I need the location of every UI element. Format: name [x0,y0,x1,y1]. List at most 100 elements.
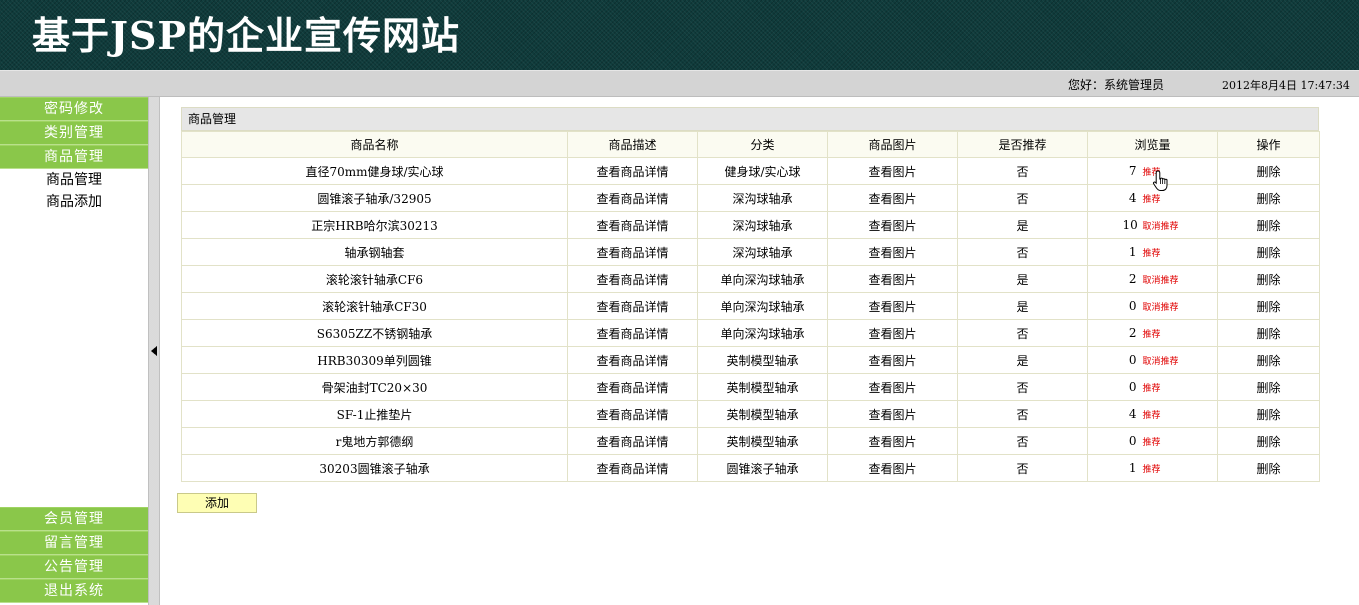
sidebar-subitem-product-add[interactable]: 商品添加 [0,191,148,213]
user-greeting: 您好：系统管理员 [1068,78,1165,92]
delete-link[interactable]: 删除 [1217,211,1320,239]
sidebar-subitem-product-manage[interactable]: 商品管理 [0,169,148,191]
sidebar-item-password[interactable]: 密码修改 [0,97,148,121]
delete-link[interactable]: 删除 [1217,373,1320,401]
delete-link[interactable]: 删除 [1217,292,1320,320]
product-detail-link[interactable]: 查看商品详情 [567,157,698,185]
product-detail-link[interactable]: 查看商品详情 [567,292,698,320]
view-image-link[interactable]: 查看图片 [827,292,958,320]
delete-link[interactable]: 删除 [1217,427,1320,455]
product-name: r鬼地方郭德纲 [181,427,568,455]
views-cell: 0 推荐 [1087,373,1218,401]
view-image-link[interactable]: 查看图片 [827,319,958,347]
recommend-toggle-link[interactable]: 推荐 [1143,462,1183,475]
product-detail-link[interactable]: 查看商品详情 [567,238,698,266]
product-category: 单向深沟球轴承 [697,292,828,320]
view-image-link[interactable]: 查看图片 [827,373,958,401]
recommended-status: 否 [957,427,1088,455]
views-cell: 10 取消推荐 [1087,211,1218,239]
product-detail-link[interactable]: 查看商品详情 [567,265,698,293]
product-detail-link[interactable]: 查看商品详情 [567,427,698,455]
product-name: S6305ZZ不锈钢轴承 [181,319,568,347]
view-count: 0 [1128,380,1137,394]
recommend-toggle-link[interactable]: 取消推荐 [1143,219,1183,232]
collapse-arrow-icon[interactable] [151,346,157,356]
product-category: 圆锥滚子轴承 [697,454,828,482]
column-header-operation: 操作 [1217,131,1320,158]
delete-link[interactable]: 删除 [1217,184,1320,212]
view-count: 4 [1128,407,1137,421]
view-image-link[interactable]: 查看图片 [827,211,958,239]
delete-link[interactable]: 删除 [1217,157,1320,185]
recommend-toggle-link[interactable]: 推荐 [1143,408,1183,421]
table-row: 直径70mm健身球/实心球 查看商品详情 健身球/实心球 查看图片否 7 推荐 删除 [181,157,1320,185]
recommend-toggle-link[interactable]: 取消推荐 [1143,354,1183,367]
product-name: SF-1止推垫片 [181,400,568,428]
product-panel: 商品管理 商品名称 商品描述 分类 商品图片 是否推荐 浏览量 操作 直径70m… [181,107,1320,482]
status-bar: 您好：系统管理员 2012年8月4日 17:47:34 [0,70,1359,97]
product-rows: 直径70mm健身球/实心球 查看商品详情 健身球/实心球 查看图片否 7 推荐 删除圆锥滚子… [181,157,1320,482]
view-image-link[interactable]: 查看图片 [827,346,958,374]
sidebar-item-logout[interactable]: 退出系统 [0,579,148,603]
delete-link[interactable]: 删除 [1217,265,1320,293]
sidebar-item-category[interactable]: 类别管理 [0,121,148,145]
view-count: 4 [1128,191,1137,205]
add-product-button[interactable]: 添加 [177,493,257,513]
recommend-toggle-link[interactable]: 取消推荐 [1143,300,1183,313]
product-detail-link[interactable]: 查看商品详情 [567,454,698,482]
views-cell: 2 推荐 [1087,319,1218,347]
sidebar-item-members[interactable]: 会员管理 [0,507,148,531]
view-image-link[interactable]: 查看图片 [827,184,958,212]
view-image-link[interactable]: 查看图片 [827,454,958,482]
sidebar-item-messages[interactable]: 留言管理 [0,531,148,555]
view-image-link[interactable]: 查看图片 [827,238,958,266]
view-count: 1 [1128,245,1137,259]
current-datetime: 2012年8月4日 17:47:34 [1222,79,1350,92]
column-header-views: 浏览量 [1087,131,1218,158]
recommend-toggle-link[interactable]: 推荐 [1143,246,1183,259]
product-detail-link[interactable]: 查看商品详情 [567,373,698,401]
product-category: 单向深沟球轴承 [697,265,828,293]
views-cell: 0 取消推荐 [1087,346,1218,374]
view-image-link[interactable]: 查看图片 [827,157,958,185]
delete-link[interactable]: 删除 [1217,319,1320,347]
table-header-row: 商品名称 商品描述 分类 商品图片 是否推荐 浏览量 操作 [181,131,1320,158]
delete-link[interactable]: 删除 [1217,400,1320,428]
delete-link[interactable]: 删除 [1217,346,1320,374]
delete-link[interactable]: 删除 [1217,454,1320,482]
view-image-link[interactable]: 查看图片 [827,265,958,293]
column-header-image: 商品图片 [827,131,958,158]
product-name: 滚轮滚针轴承CF6 [181,265,568,293]
product-category: 深沟球轴承 [697,238,828,266]
recommended-status: 否 [957,319,1088,347]
product-detail-link[interactable]: 查看商品详情 [567,319,698,347]
sidebar-bottom-group: 会员管理 留言管理 公告管理 退出系统 [0,507,148,603]
product-detail-link[interactable]: 查看商品详情 [567,184,698,212]
column-header-name: 商品名称 [181,131,568,158]
recommend-toggle-link[interactable]: 推荐 [1143,381,1183,394]
product-category: 英制模型轴承 [697,373,828,401]
views-cell: 1 推荐 [1087,454,1218,482]
view-image-link[interactable]: 查看图片 [827,427,958,455]
product-name: HRB30309单列圆锥 [181,346,568,374]
table-row: S6305ZZ不锈钢轴承 查看商品详情 单向深沟球轴承 查看图片否 2 推荐 删除 [181,319,1320,347]
recommend-toggle-link[interactable]: 推荐 [1143,327,1183,340]
recommend-toggle-link[interactable]: 取消推荐 [1143,273,1183,286]
recommended-status: 是 [957,265,1088,293]
delete-link[interactable]: 删除 [1217,238,1320,266]
recommend-toggle-link[interactable]: 推荐 [1143,435,1183,448]
product-detail-link[interactable]: 查看商品详情 [567,346,698,374]
sidebar-item-notices[interactable]: 公告管理 [0,555,148,579]
view-image-link[interactable]: 查看图片 [827,400,958,428]
recommend-toggle-link[interactable]: 推荐 [1143,192,1183,205]
sidebar-item-products[interactable]: 商品管理 [0,145,148,169]
site-title: 基于JSP的企业宣传网站 [32,13,460,58]
product-detail-link[interactable]: 查看商品详情 [567,211,698,239]
view-count: 0 [1128,353,1137,367]
table-row: r鬼地方郭德纲 查看商品详情 英制模型轴承 查看图片否 0 推荐 删除 [181,427,1320,455]
recommended-status: 否 [957,238,1088,266]
product-detail-link[interactable]: 查看商品详情 [567,400,698,428]
product-name: 轴承钢轴套 [181,238,568,266]
table-row: 滚轮滚针轴承CF6 查看商品详情 单向深沟球轴承 查看图片是 2 取消推荐 删除 [181,265,1320,293]
view-count: 1 [1128,461,1137,475]
